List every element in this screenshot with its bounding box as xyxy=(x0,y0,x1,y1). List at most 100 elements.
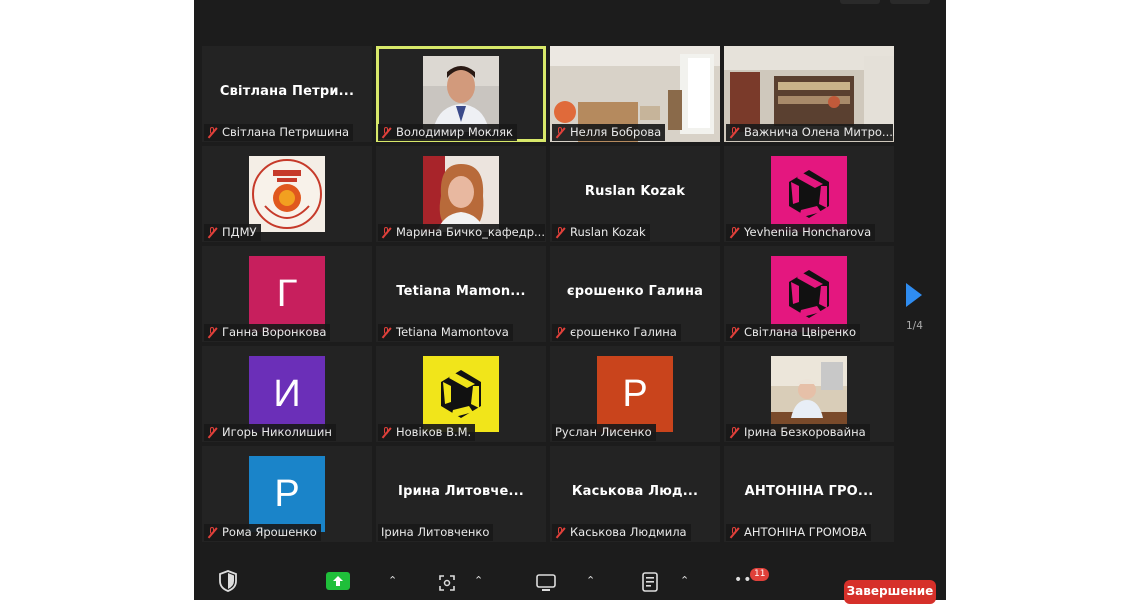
participant-name: Марина Бичко_кафедр... xyxy=(396,225,545,239)
participant-name-tag: Yevheniia Honcharova xyxy=(726,224,876,241)
participant-name: Нелля Боброва xyxy=(570,125,662,139)
participant-name-tag: Нелля Боброва xyxy=(552,124,666,141)
participant-name: Ганна Воронкова xyxy=(222,325,327,339)
participant-name: Игорь Николишин xyxy=(222,425,332,439)
meeting-window: Світлана Петри... Світлана Петришина Вол… xyxy=(194,0,946,604)
mic-muted-icon xyxy=(207,426,217,439)
participant-name-tag: Ruslan Kozak xyxy=(552,224,650,241)
participant-name: Рома Ярошенко xyxy=(222,525,317,539)
mic-muted-icon xyxy=(381,326,391,339)
participant-name: АНТОНІНА ГРОМОВА xyxy=(744,525,867,539)
next-page-arrow-icon[interactable] xyxy=(906,283,922,307)
mic-muted-icon xyxy=(381,126,391,139)
participant-tile[interactable]: Ірина Безкоровайна xyxy=(724,346,894,442)
participant-name-tag: Ганна Воронкова xyxy=(204,324,331,341)
mic-muted-icon xyxy=(729,426,739,439)
mic-muted-icon xyxy=(207,126,217,139)
participant-name-tag: єрошенко Галина xyxy=(552,324,681,341)
participant-name: Каськова Людмила xyxy=(570,525,687,539)
mic-muted-icon xyxy=(729,226,739,239)
mic-muted-icon xyxy=(729,526,739,539)
participant-name: Ірина Безкоровайна xyxy=(744,425,866,439)
participant-display-name: Каськова Люд... xyxy=(571,484,699,499)
participant-name-tag: Марина Бичко_кафедр... xyxy=(378,224,545,241)
participant-video xyxy=(771,356,847,432)
participant-tile[interactable]: Р Рома Ярошенко xyxy=(202,446,372,542)
participant-tile[interactable]: Світлана Цвіренко xyxy=(724,246,894,342)
aperture-avatar-icon xyxy=(771,156,847,232)
participant-name-tag: Важнича Олена Митро... xyxy=(726,124,893,141)
participant-display-name: АНТОНІНА ГРО... xyxy=(744,484,874,499)
chevron-up-icon[interactable]: ⌃ xyxy=(474,574,483,587)
aperture-avatar-icon xyxy=(771,256,847,332)
participant-tile[interactable]: АНТОНІНА ГРО... АНТОНІНА ГРОМОВА xyxy=(724,446,894,542)
participant-name: Ірина Литовченко xyxy=(381,525,490,539)
mic-muted-icon xyxy=(381,426,391,439)
mic-muted-icon xyxy=(729,126,739,139)
university-emblem-logo xyxy=(249,156,325,232)
participant-name: ПДМУ xyxy=(222,225,257,239)
participant-name-tag: Рома Ярошенко xyxy=(204,524,321,541)
participant-name: Tetiana Mamontova xyxy=(396,325,509,339)
participant-tile[interactable]: Ірина Литовче... Ірина Литовченко xyxy=(376,446,546,542)
participant-tile[interactable]: єрошенко Галина єрошенко Галина xyxy=(550,246,720,342)
participant-display-name: Ірина Литовче... xyxy=(398,484,524,499)
participant-photo xyxy=(423,156,499,232)
participant-tile[interactable]: И Игорь Николишин xyxy=(202,346,372,442)
mic-muted-icon xyxy=(555,326,565,339)
participant-tile[interactable]: Марина Бичко_кафедр... xyxy=(376,146,546,242)
participant-avatar: Р xyxy=(597,356,673,432)
participant-tile[interactable]: ПДМУ xyxy=(202,146,372,242)
participant-name: Новіков В.М. xyxy=(396,425,472,439)
participant-name-tag: Tetiana Mamontova xyxy=(378,324,513,341)
participant-name-tag: Игорь Николишин xyxy=(204,424,336,441)
participant-name: єрошенко Галина xyxy=(570,325,677,339)
mic-muted-icon xyxy=(729,326,739,339)
participant-avatar: И xyxy=(249,356,325,432)
participant-name: Володимир Мокляк xyxy=(396,125,513,139)
participant-name-tag: ПДМУ xyxy=(204,224,261,241)
participant-tile[interactable]: Tetiana Mamon... Tetiana Mamontova xyxy=(376,246,546,342)
participant-tile[interactable]: Р Руслан Лисенко xyxy=(550,346,720,442)
participant-tile[interactable]: Світлана Петри... Світлана Петришина xyxy=(202,46,372,142)
top-control-button[interactable] xyxy=(840,0,880,4)
participant-tile-active-speaker[interactable]: Володимир Мокляк xyxy=(376,46,546,142)
participant-tile[interactable]: Ruslan Kozak Ruslan Kozak xyxy=(550,146,720,242)
view-screen-icon[interactable] xyxy=(536,574,556,592)
participant-name: Світлана Петришина xyxy=(222,125,350,139)
participant-tile[interactable]: Каськова Люд... Каськова Людмила xyxy=(550,446,720,542)
participant-name-tag: АНТОНІНА ГРОМОВА xyxy=(726,524,871,541)
participant-name-tag: Ірина Литовченко xyxy=(378,524,494,541)
chevron-up-icon[interactable]: ⌃ xyxy=(586,574,595,587)
mic-muted-icon xyxy=(381,226,391,239)
chevron-up-icon[interactable]: ⌃ xyxy=(388,574,397,587)
participant-tile[interactable]: Новіков В.М. xyxy=(376,346,546,442)
participant-display-name: Tetiana Mamon... xyxy=(396,284,526,299)
share-screen-icon[interactable] xyxy=(326,572,350,590)
participant-name: Важнича Олена Митро... xyxy=(744,125,893,139)
participant-display-name: Світлана Петри... xyxy=(219,84,355,99)
aperture-avatar-icon xyxy=(423,356,499,432)
participant-tile[interactable]: Важнича Олена Митро... xyxy=(724,46,894,142)
participant-display-name: Ruslan Kozak xyxy=(584,184,686,199)
participant-tile[interactable]: Yevheniia Honcharova xyxy=(724,146,894,242)
security-shield-icon[interactable] xyxy=(218,570,238,592)
participant-tile[interactable]: Нелля Боброва xyxy=(550,46,720,142)
apps-icon[interactable] xyxy=(438,574,456,592)
mic-muted-icon xyxy=(555,226,565,239)
top-control-button[interactable] xyxy=(890,0,930,4)
participant-name: Руслан Лисенко xyxy=(555,425,652,439)
participant-name-tag: Світлана Цвіренко xyxy=(726,324,861,341)
participant-name-tag: Володимир Мокляк xyxy=(378,124,517,141)
mic-muted-icon xyxy=(207,326,217,339)
participant-video xyxy=(423,56,499,132)
participant-name: Yevheniia Honcharova xyxy=(744,225,872,239)
end-meeting-button[interactable]: Завершение xyxy=(844,580,936,604)
chevron-up-icon[interactable]: ⌃ xyxy=(680,574,689,587)
participant-name: Ruslan Kozak xyxy=(570,225,646,239)
notes-document-icon[interactable] xyxy=(642,572,658,592)
participant-tile[interactable]: Г Ганна Воронкова xyxy=(202,246,372,342)
gallery-grid: Світлана Петри... Світлана Петришина Вол… xyxy=(202,46,894,542)
participant-display-name: єрошенко Галина xyxy=(566,284,704,299)
participant-name-tag: Світлана Петришина xyxy=(204,124,354,141)
